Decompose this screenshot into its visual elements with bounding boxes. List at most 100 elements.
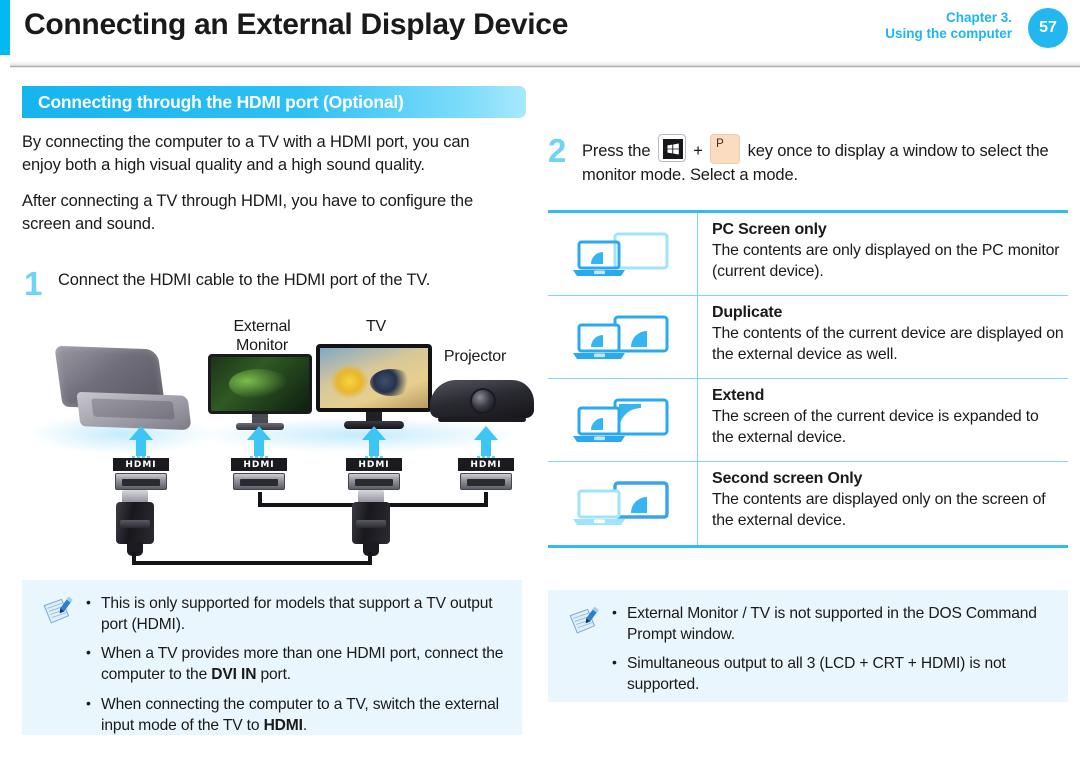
page-number-badge: 57 bbox=[1028, 8, 1068, 48]
mode-icon-cell bbox=[548, 378, 698, 461]
projector-illustration bbox=[430, 374, 536, 430]
note-box-right: External Monitor / TV is not supported i… bbox=[548, 590, 1068, 702]
header-divider-line bbox=[10, 66, 1080, 67]
hdmi-port-tv: HDMI bbox=[346, 458, 402, 492]
table-row[interactable]: Duplicate The contents of the current de… bbox=[548, 295, 1068, 379]
mode-icon-cell bbox=[548, 461, 698, 545]
hdmi-jack bbox=[348, 473, 400, 491]
projector-foot bbox=[438, 417, 526, 423]
chapter-number: Chapter 3. bbox=[945, 10, 1012, 25]
hdmi-port-laptop: HDMI bbox=[113, 458, 169, 492]
step-1-number: 1 bbox=[24, 265, 43, 303]
hdmi-port-projector: HDMI bbox=[458, 458, 514, 492]
external-monitor-label-line2: Monitor bbox=[236, 336, 288, 354]
hdmi-plug-left bbox=[116, 490, 154, 557]
hdmi-port-label: HDMI bbox=[458, 458, 514, 472]
p-key-label: P bbox=[716, 138, 724, 150]
hdmi-port-label: HDMI bbox=[113, 458, 169, 472]
hdmi-jack bbox=[233, 473, 285, 491]
step-2-text: Press the + P key once to display a wind… bbox=[582, 132, 1062, 188]
mode-icon-cell bbox=[548, 295, 698, 378]
section-header-bar: Connecting through the HDMI port (Option… bbox=[22, 86, 526, 118]
external-monitor-illustration bbox=[208, 354, 312, 436]
windows-logo-glyph bbox=[662, 139, 683, 159]
external-monitor-label-line1: External bbox=[233, 318, 291, 336]
step-2-number: 2 bbox=[548, 132, 567, 169]
external-monitor-label: External Monitor bbox=[198, 318, 326, 355]
pc-screen-only-icon bbox=[572, 232, 668, 276]
mode-title: Second screen Only bbox=[712, 469, 863, 487]
table-row[interactable]: PC Screen only The contents are only dis… bbox=[548, 212, 1068, 296]
hdmi-port-label: HDMI bbox=[231, 458, 287, 472]
hdmi-connection-diagram: External Monitor TV Projector HDMI HDMI … bbox=[22, 306, 534, 568]
intro-paragraph-1: By connecting the computer to a TV with … bbox=[22, 133, 470, 174]
plug-body bbox=[352, 502, 390, 545]
section-title: Connecting through the HDMI port (Option… bbox=[38, 91, 404, 112]
intro-paragraph-2: After connecting a TV through HDMI, you … bbox=[22, 192, 473, 233]
laptop-illustration bbox=[52, 346, 194, 440]
manual-page: Connecting an External Display Device Ch… bbox=[0, 0, 1080, 766]
note-item-post: . bbox=[302, 716, 307, 734]
step-2: 2 Press the + P key once to display a wi… bbox=[548, 132, 1068, 188]
step-2-text-after: key once to display a window to select t… bbox=[582, 142, 1049, 184]
projector-label: Projector bbox=[443, 348, 507, 366]
step-2-text-before: Press the bbox=[582, 142, 651, 160]
mode-icon-cell bbox=[548, 212, 698, 295]
note-item-text: Simultaneous output to all 3 (LCD + CRT … bbox=[627, 655, 1006, 694]
step-1-text: Connect the HDMI cable to the HDMI port … bbox=[58, 271, 431, 290]
laptop-keyboard bbox=[91, 398, 175, 420]
chapter-info: Chapter 3. Using the computer bbox=[885, 10, 1012, 43]
monitor-screen bbox=[208, 354, 312, 415]
right-column: 2 Press the + P key once to display a wi… bbox=[548, 132, 1068, 548]
tv-label: TV bbox=[365, 318, 387, 336]
duplicate-icon bbox=[572, 315, 668, 359]
note-item: This is only supported for models that s… bbox=[84, 593, 506, 635]
table-row[interactable]: Second screen Only The contents are disp… bbox=[548, 461, 1068, 545]
plug-body bbox=[116, 502, 154, 545]
tv-screen bbox=[316, 344, 432, 413]
hdmi-jack bbox=[115, 473, 167, 491]
plus-sign: + bbox=[693, 142, 703, 160]
left-column: Connecting through the HDMI port (Option… bbox=[22, 86, 534, 568]
note-right-list: External Monitor / TV is not supported i… bbox=[610, 603, 1052, 705]
accent-edge-bar bbox=[0, 0, 10, 55]
mode-title: PC Screen only bbox=[712, 220, 827, 238]
step-1: 1 Connect the HDMI cable to the HDMI por… bbox=[22, 265, 530, 300]
page-header: Connecting an External Display Device Ch… bbox=[0, 0, 1080, 56]
note-item-bold: HDMI bbox=[263, 716, 303, 734]
second-screen-only-icon bbox=[572, 481, 669, 526]
note-item-text: This is only supported for models that s… bbox=[101, 595, 493, 633]
wire-cable-run bbox=[132, 561, 372, 566]
note-item: When connecting the computer to a TV, sw… bbox=[84, 694, 506, 736]
note-box-left: This is only supported for models that s… bbox=[22, 580, 522, 735]
note-item: Simultaneous output to all 3 (LCD + CRT … bbox=[610, 653, 1052, 695]
note-item: When a TV provides more than one HDMI po… bbox=[84, 643, 506, 685]
extend-icon bbox=[572, 398, 668, 442]
p-key-icon[interactable]: P bbox=[710, 134, 741, 164]
windows-key-icon[interactable] bbox=[657, 134, 686, 162]
hdmi-port-label: HDMI bbox=[346, 458, 402, 472]
note-item-post: port. bbox=[256, 666, 292, 684]
tv-illustration bbox=[316, 344, 432, 436]
mode-description: The screen of the current device is expa… bbox=[712, 407, 1039, 446]
display-mode-table: PC Screen only The contents are only dis… bbox=[548, 209, 1068, 548]
mode-description: The contents of the current device are d… bbox=[712, 324, 1064, 363]
page-title: Connecting an External Display Device bbox=[24, 8, 569, 41]
hdmi-plug-right bbox=[352, 490, 390, 557]
note-left-list: This is only supported for models that s… bbox=[84, 593, 506, 745]
mode-description: The contents are displayed only on the s… bbox=[712, 490, 1046, 529]
mode-text-cell: PC Screen only The contents are only dis… bbox=[698, 213, 1068, 295]
hdmi-port-monitor: HDMI bbox=[231, 458, 287, 492]
note-pencil-icon bbox=[569, 606, 599, 634]
hdmi-jack bbox=[460, 473, 512, 491]
table-bottom-border bbox=[548, 544, 1068, 548]
note-item-bold: DVI IN bbox=[211, 666, 257, 684]
note-item-text: External Monitor / TV is not supported i… bbox=[627, 605, 1037, 643]
chapter-name: Using the computer bbox=[885, 26, 1012, 42]
mode-description: The contents are only displayed on the P… bbox=[712, 241, 1060, 280]
mode-text-cell: Extend The screen of the current device … bbox=[698, 379, 1068, 461]
note-pencil-icon bbox=[43, 596, 73, 624]
mode-title: Extend bbox=[712, 386, 765, 404]
mode-text-cell: Duplicate The contents of the current de… bbox=[698, 296, 1068, 378]
table-row[interactable]: Extend The screen of the current device … bbox=[548, 378, 1068, 462]
